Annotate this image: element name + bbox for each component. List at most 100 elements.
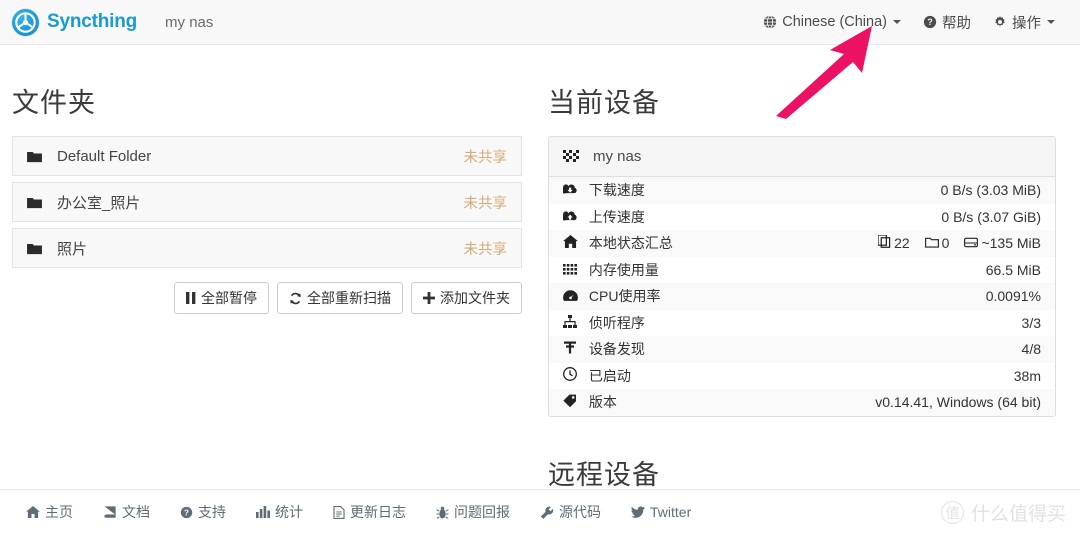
stat-label-cell: CPU使用率	[549, 283, 759, 310]
question-circle-icon: ?	[180, 506, 193, 519]
cloud-upload-icon	[563, 210, 581, 222]
footer-link-support[interactable]: ? 支持	[180, 502, 226, 522]
stat-value: 38m	[1013, 367, 1041, 384]
language-label: Chinese (China)	[782, 14, 887, 30]
this-device-header[interactable]: my nas	[549, 137, 1055, 177]
tag-icon	[563, 394, 581, 408]
pause-all-label: 全部暂停	[201, 290, 257, 306]
folder-row[interactable]: Default Folder 未共享	[12, 136, 522, 176]
hdd-icon	[964, 235, 979, 251]
folder-o-icon	[924, 235, 939, 251]
footer-link-label: 主页	[45, 504, 73, 520]
footer-link-stats[interactable]: 统计	[256, 502, 303, 522]
footer-link-label: Twitter	[650, 504, 692, 520]
stat-label-cell: 上传速度	[549, 204, 759, 231]
local-folders-segment: 0	[924, 235, 949, 251]
folder-icon	[27, 150, 49, 163]
folder-icon	[27, 242, 49, 255]
stat-label: 下载速度	[588, 182, 645, 199]
footer-link-docs[interactable]: 文档	[103, 502, 150, 522]
footer-link-changelog[interactable]: 更新日志	[333, 502, 406, 522]
table-row: 已启动 38m	[549, 363, 1055, 390]
this-device-stats-table: 下载速度 0 B/s (3.03 MiB) 上传速度 0 B/s (3.07 G…	[549, 177, 1055, 416]
folder-status: 未共享	[463, 149, 508, 166]
actions-label: 操作	[1012, 15, 1041, 32]
footer-link-home[interactable]: 主页	[26, 502, 73, 522]
table-row: 版本 v0.14.41, Windows (64 bit)	[549, 389, 1055, 416]
footer-link-source[interactable]: 源代码	[540, 502, 601, 522]
stat-label-cell: 版本	[549, 389, 759, 416]
this-device-panel: my nas 下载速度 0 B/s (3.03 MiB) 上传速度 0 B/s …	[548, 136, 1056, 417]
book-icon	[103, 506, 117, 518]
navbar-device-name: my nas	[165, 13, 214, 31]
help-menu[interactable]: ? 帮助	[912, 12, 982, 33]
pause-icon	[186, 292, 196, 304]
brand-name: Syncthing	[47, 11, 138, 32]
rescan-all-label: 全部重新扫描	[307, 290, 391, 306]
language-dropdown[interactable]: Chinese (China)	[752, 14, 912, 30]
this-device-name: my nas	[593, 148, 642, 165]
brand-link[interactable]: Syncthing	[12, 8, 138, 36]
folder-status: 未共享	[463, 241, 508, 258]
stat-value: 0.0091%	[985, 288, 1041, 305]
help-label: 帮助	[942, 15, 971, 32]
stat-label: 内存使用量	[588, 261, 659, 278]
folder-name: 办公室_照片	[57, 194, 141, 212]
local-size-value: ~135 MiB	[981, 235, 1041, 252]
stat-label: 侦听程序	[588, 314, 645, 331]
local-size-segment: ~135 MiB	[964, 235, 1041, 251]
stat-label: 设备发现	[588, 341, 645, 358]
stat-value: 66.5 MiB	[985, 261, 1041, 278]
rescan-all-button[interactable]: 全部重新扫描	[277, 282, 403, 314]
footer-link-twitter[interactable]: Twitter	[631, 504, 691, 520]
folder-row[interactable]: 照片 未共享	[12, 228, 522, 268]
table-row: 内存使用量 66.5 MiB	[549, 257, 1055, 284]
th-icon	[563, 263, 581, 275]
page-footer: 主页 文档 ? 支持 统计 更新日志 问题回报 源代码 Twitter 值 什么…	[0, 489, 1080, 534]
footer-link-bugs[interactable]: 问题回报	[436, 502, 510, 522]
table-row: CPU使用率 0.0091%	[549, 283, 1055, 310]
stat-label-cell: 下载速度	[549, 177, 759, 204]
folder-row[interactable]: 办公室_照片 未共享	[12, 182, 522, 222]
clock-icon	[563, 366, 581, 381]
footer-link-label: 统计	[275, 504, 303, 520]
wrench-icon	[540, 506, 554, 519]
stat-label-cell: 设备发现	[549, 336, 759, 363]
file-text-icon	[333, 505, 345, 519]
footer-link-label: 问题回报	[454, 504, 510, 520]
folders-column: 文件夹 Default Folder 未共享 办公室_照片 未共享 照片 未共享…	[12, 45, 522, 314]
folder-status: 未共享	[463, 195, 508, 212]
table-row: 本地状态汇总 22 0 ~135 MiB	[549, 230, 1055, 257]
footer-link-label: 文档	[122, 504, 150, 520]
stat-value: v0.14.41, Windows (64 bit)	[875, 394, 1041, 411]
watermark-text: 什么值得买	[970, 503, 1066, 525]
pause-all-button[interactable]: 全部暂停	[174, 282, 269, 314]
stat-value: 0 B/s (3.03 MiB)	[940, 182, 1041, 199]
footer-link-label: 支持	[198, 504, 226, 520]
tachometer-icon	[563, 289, 581, 302]
stat-value: 3/3	[1021, 314, 1041, 331]
footer-link-label: 源代码	[559, 504, 601, 520]
devices-column: 当前设备 my nas 下载速度 0 B/s (3.03 MiB) 上传速度 0…	[548, 45, 1056, 508]
svg-text:?: ?	[927, 17, 932, 27]
cloud-download-icon	[563, 183, 581, 195]
actions-dropdown[interactable]: 操作	[982, 12, 1066, 33]
this-device-title: 当前设备	[548, 88, 660, 119]
refresh-icon	[289, 292, 302, 305]
stat-label-cell: 内存使用量	[549, 257, 759, 284]
add-folder-button[interactable]: 添加文件夹	[411, 282, 522, 314]
stat-value-group: 22 0 ~135 MiB	[759, 230, 1055, 257]
plus-icon	[423, 292, 435, 304]
top-navbar: Syncthing my nas Chinese (China) ? 帮助 操作	[0, 0, 1080, 45]
folder-name: 照片	[57, 240, 88, 258]
table-row: 上传速度 0 B/s (3.07 GiB)	[549, 204, 1055, 231]
stat-label: 本地状态汇总	[588, 235, 673, 252]
local-files-segment: 22	[877, 234, 910, 251]
svg-text:?: ?	[184, 508, 189, 517]
gear-icon	[993, 15, 1007, 29]
sitemap-icon	[563, 314, 581, 328]
home-icon	[563, 235, 581, 249]
folder-actions-toolbar: 全部暂停 全部重新扫描 添加文件夹	[12, 282, 522, 314]
remote-devices-title: 远程设备	[548, 459, 660, 491]
folder-list: Default Folder 未共享 办公室_照片 未共享 照片 未共享	[12, 136, 522, 268]
